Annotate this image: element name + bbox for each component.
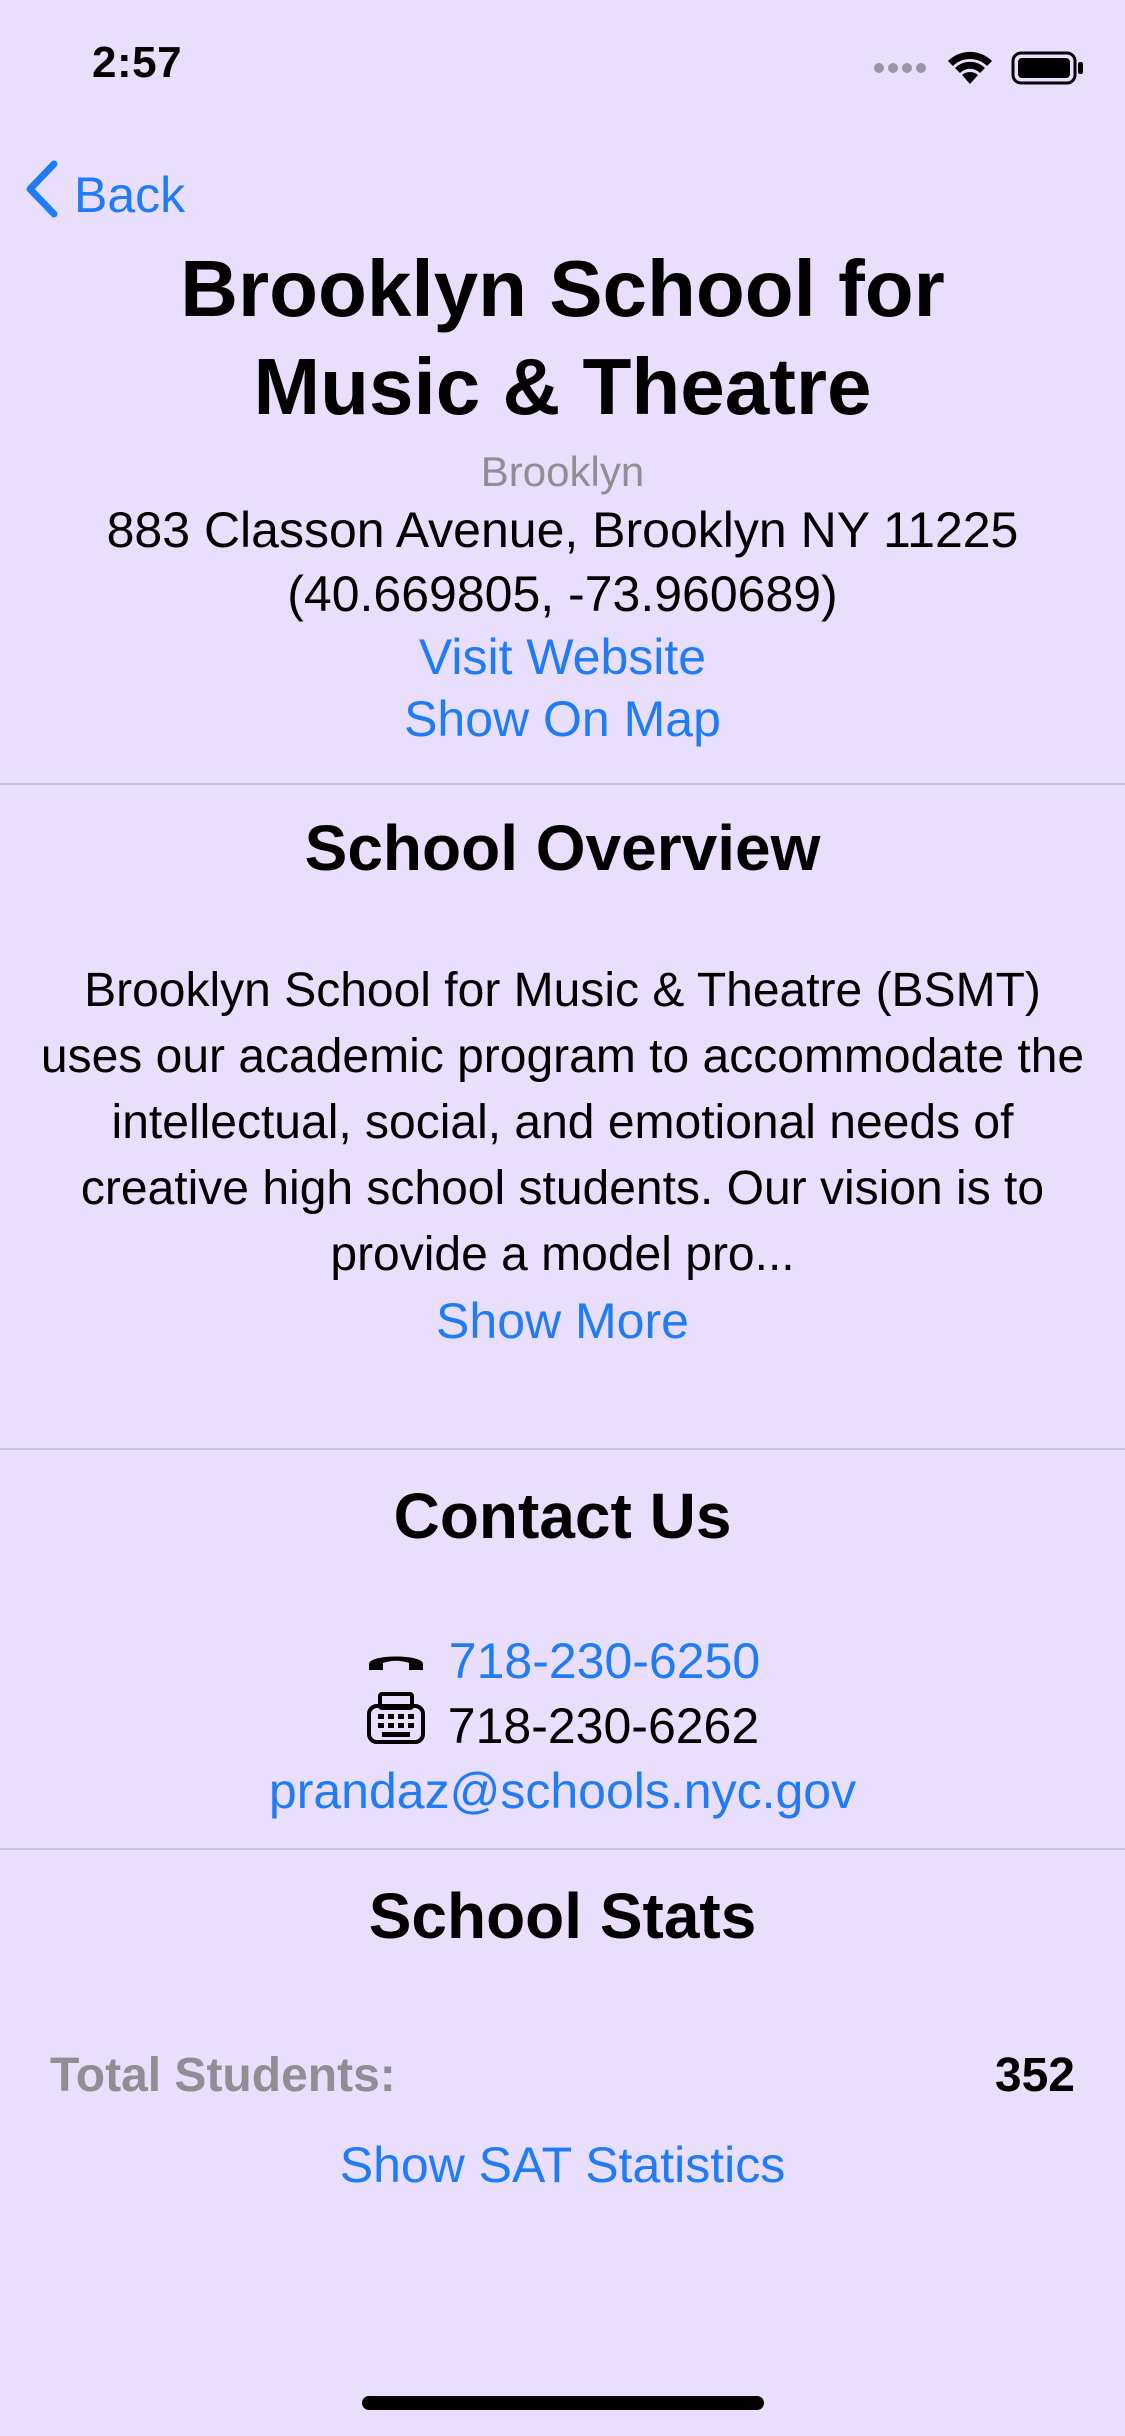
school-header: Brooklyn School for Music & Theatre Broo… [0, 240, 1125, 750]
total-students-label: Total Students: [50, 2048, 396, 2102]
contact-section: Contact Us 718-230-6250 718-230-6262 pra… [0, 1476, 1125, 1822]
show-on-map-link[interactable]: Show On Map [0, 688, 1125, 750]
phone-row: 718-230-6250 [0, 1630, 1125, 1692]
back-label: Back [74, 167, 186, 223]
wifi-icon [947, 50, 993, 91]
sat-link-wrapper: Show SAT Statistics [0, 2134, 1125, 2196]
school-name: Brooklyn School for Music & Theatre [180, 244, 945, 431]
visit-website-link[interactable]: Visit Website [0, 626, 1125, 688]
stats-title: School Stats [368, 1880, 757, 1952]
battery-icon [1011, 50, 1085, 91]
chevron-left-icon [24, 160, 60, 230]
show-more-link[interactable]: Show More [0, 1290, 1125, 1352]
fax-icon [366, 1692, 426, 1760]
total-students-value: 352 [994, 2048, 1075, 2102]
fax-row: 718-230-6262 [0, 1692, 1125, 1760]
home-indicator[interactable] [362, 2396, 764, 2410]
school-borough: Brooklyn [480, 448, 645, 495]
status-time: 2:57 [92, 38, 183, 87]
status-bar: 2:57 [0, 0, 1125, 140]
divider [0, 783, 1125, 785]
divider [0, 1448, 1125, 1450]
phone-link[interactable]: 718-230-6250 [449, 1630, 760, 1692]
school-address: 883 Classon Avenue, Brooklyn NY 11225 [106, 502, 1019, 558]
navigation-bar: Back [0, 160, 1125, 230]
fax-number: 718-230-6262 [447, 1698, 760, 1754]
stats-section: School Stats [0, 1876, 1125, 1956]
email-link[interactable]: prandaz@schools.nyc.gov [0, 1760, 1125, 1822]
divider [0, 1848, 1125, 1850]
contact-title: Contact Us [393, 1480, 732, 1552]
overview-text: Brooklyn School for Music & Theatre (BSM… [40, 964, 1085, 1281]
back-button[interactable]: Back [24, 160, 185, 230]
school-coordinates: (40.669805, -73.960689) [287, 566, 838, 622]
overview-section: School Overview Brooklyn School for Musi… [0, 808, 1125, 1352]
phone-icon [365, 1630, 427, 1692]
show-sat-statistics-link[interactable]: Show SAT Statistics [0, 2134, 1125, 2196]
total-students-row: Total Students: 352 [50, 2040, 1075, 2110]
overview-title: School Overview [304, 812, 821, 884]
status-icons [873, 50, 1085, 91]
cellular-icon [873, 60, 929, 81]
